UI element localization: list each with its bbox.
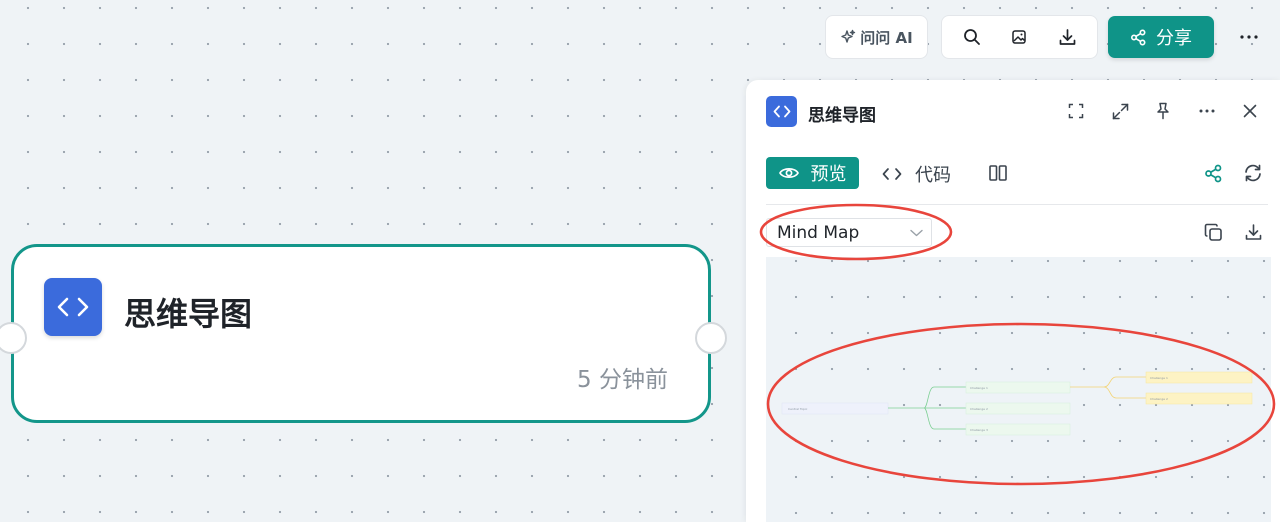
mindmap-branch-text: Challenge 1	[970, 386, 988, 390]
ask-ai-label: 问问 AI	[860, 28, 913, 47]
mindmap-branch-text: Challenge 3	[970, 428, 988, 432]
refresh-button[interactable]	[1238, 158, 1268, 188]
artifact-panel: 思维导图 预览 代码 Mind Map Central Topic Challe…	[746, 80, 1280, 522]
mindmap-preview[interactable]: Central Topic Challenge 1 Challenge 2 Ch…	[766, 257, 1271, 522]
connection-handle-right[interactable]	[695, 322, 727, 354]
share-button[interactable]: 分享	[1108, 16, 1214, 58]
download-button[interactable]	[1050, 20, 1084, 54]
canvas-node-card[interactable]: 思维导图 5 分钟前	[0, 244, 727, 423]
close-icon	[1243, 104, 1257, 118]
panel-divider	[766, 204, 1268, 205]
more-options-button[interactable]	[1232, 22, 1266, 52]
tab-code-label: 代码	[915, 165, 951, 186]
node-timestamp: 5 分钟前	[577, 367, 668, 393]
tab-preview-label: 预览	[810, 164, 847, 185]
download-icon	[1058, 28, 1077, 47]
image-icon	[1011, 29, 1027, 45]
connection-handle-left[interactable]	[0, 322, 27, 354]
search-icon	[963, 28, 981, 46]
download-icon	[1244, 223, 1263, 242]
code-icon	[44, 278, 102, 336]
image-button[interactable]	[1002, 20, 1036, 54]
pin-icon	[1155, 102, 1171, 120]
split-view-icon	[989, 165, 1007, 181]
toolbar-group	[941, 15, 1098, 59]
mindmap-branch-text: Challenge 2	[970, 407, 988, 411]
chevron-down-icon	[910, 229, 923, 237]
share-icon	[1130, 28, 1147, 46]
copy-icon	[1204, 223, 1223, 242]
fullscreen-icon	[1068, 103, 1084, 119]
eye-icon	[778, 166, 799, 180]
panel-share-button[interactable]	[1198, 158, 1228, 188]
code-icon	[882, 167, 902, 181]
panel-more-button[interactable]	[1192, 96, 1222, 126]
sparkle-icon	[840, 29, 856, 45]
node-title: 思维导图	[124, 295, 253, 333]
more-icon	[1240, 35, 1258, 39]
share-label: 分享	[1156, 28, 1192, 49]
close-panel-button[interactable]	[1235, 96, 1265, 126]
fullscreen-button[interactable]	[1061, 96, 1091, 126]
diagram-type-select[interactable]: Mind Map	[766, 218, 932, 247]
expand-icon	[1112, 103, 1129, 120]
select-value: Mind Map	[777, 222, 860, 243]
code-icon	[766, 96, 797, 127]
mindmap-sub-text: Challenge 1	[1150, 376, 1168, 380]
share-icon	[1204, 164, 1223, 183]
expand-button[interactable]	[1105, 96, 1135, 126]
copy-button[interactable]	[1198, 217, 1228, 247]
search-button[interactable]	[955, 20, 989, 54]
ask-ai-button[interactable]: 问问 AI	[825, 15, 928, 59]
panel-download-button[interactable]	[1238, 217, 1268, 247]
tab-split-view[interactable]	[984, 160, 1012, 186]
pin-button[interactable]	[1148, 96, 1178, 126]
mindmap-root-text: Central Topic	[788, 407, 808, 411]
refresh-icon	[1243, 164, 1263, 182]
mindmap-sub-text: Challenge 2	[1150, 397, 1168, 401]
tab-preview[interactable]: 预览	[766, 157, 859, 189]
tab-code[interactable]: 代码	[882, 160, 951, 188]
more-icon	[1199, 109, 1215, 113]
panel-title: 思维导图	[808, 106, 876, 126]
